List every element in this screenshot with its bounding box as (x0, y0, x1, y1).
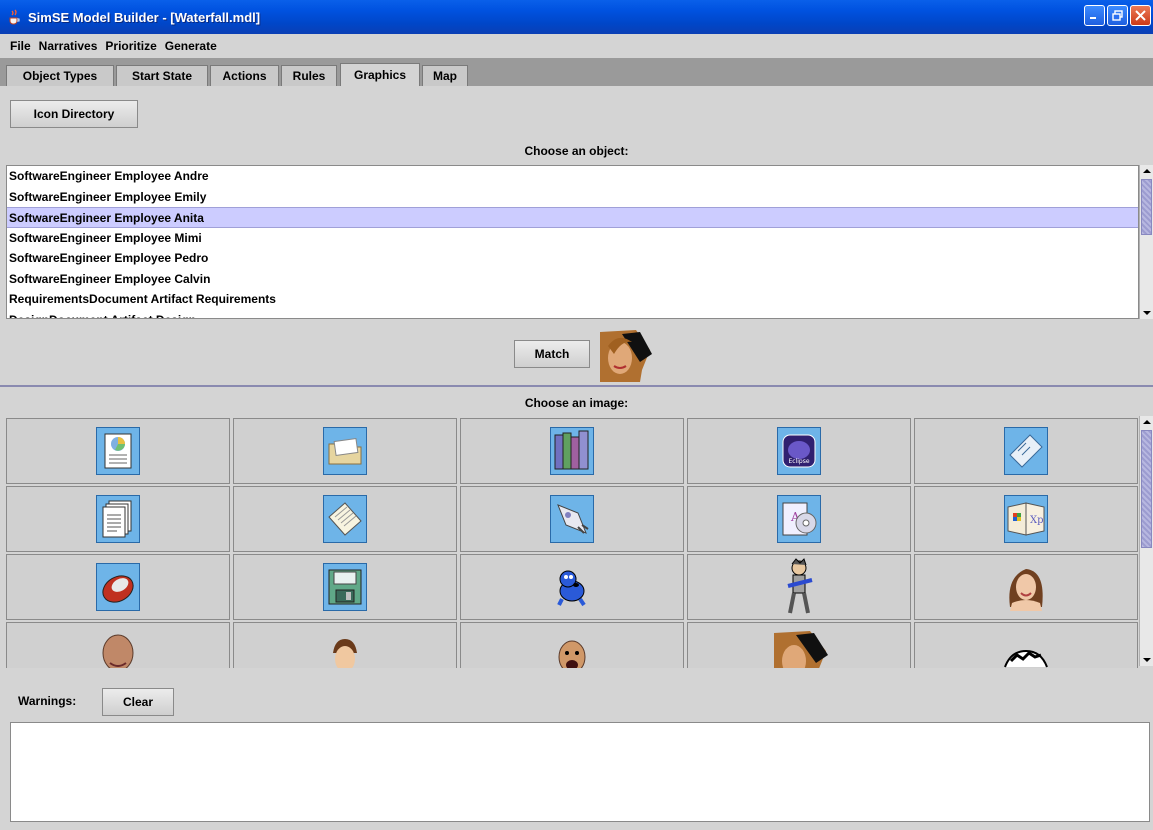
warnings-textarea[interactable] (10, 722, 1150, 822)
object-list[interactable]: SoftwareEngineer Employee Andre Software… (6, 165, 1139, 319)
blue-dog-icon (557, 570, 586, 607)
arrow-down-icon (1142, 311, 1151, 315)
image-cell[interactable] (6, 554, 230, 620)
minimize-button[interactable] (1084, 5, 1105, 26)
young-man-icon (333, 639, 357, 668)
image-grid-scrollbar[interactable] (1139, 416, 1153, 666)
bald-man-icon (102, 634, 134, 668)
notepad-icon (323, 495, 367, 543)
image-cell[interactable]: A (687, 486, 911, 552)
scroll-down-arrow[interactable] (1140, 654, 1153, 666)
scroll-up-arrow[interactable] (1140, 165, 1153, 177)
list-item[interactable]: DesignDocument Artifact Design (7, 310, 1138, 319)
match-button[interactable]: Match (514, 340, 590, 368)
books-icon (550, 427, 594, 475)
image-cell[interactable] (914, 418, 1138, 484)
guitarist-icon (787, 558, 813, 614)
choose-object-label: Choose an object: (524, 144, 629, 158)
image-cell[interactable] (687, 622, 911, 668)
menu-bar: File Narratives Prioritize Generate (0, 34, 1153, 58)
arrow-up-icon (1142, 169, 1151, 173)
documents-icon (96, 495, 140, 543)
arrow-down-icon (1142, 658, 1151, 662)
tab-map[interactable]: Map (422, 65, 468, 86)
image-cell[interactable] (687, 554, 911, 620)
windows-xp-icon: Xp (1004, 495, 1048, 543)
folder-icon (323, 427, 367, 475)
image-cell[interactable]: Eclipse (687, 418, 911, 484)
ruler-icon (1004, 427, 1048, 475)
choose-image-label: Choose an image: (524, 396, 629, 410)
floppy-disk-icon (323, 563, 367, 611)
java-cup-icon (9, 9, 20, 25)
list-item[interactable]: SoftwareEngineer Employee Mimi (7, 228, 1138, 249)
scrollbar-thumb[interactable] (1141, 179, 1152, 235)
image-cell[interactable] (233, 486, 457, 552)
image-cell[interactable] (460, 622, 684, 668)
smiling-woman-icon (1009, 569, 1043, 611)
image-cell[interactable] (233, 554, 457, 620)
image-cell[interactable]: Xp (914, 486, 1138, 552)
list-item[interactable]: RequirementsDocument Artifact Requiremen… (7, 289, 1138, 310)
warnings-label: Warnings: (18, 694, 77, 708)
image-cell[interactable] (6, 486, 230, 552)
scroll-down-arrow[interactable] (1140, 307, 1153, 319)
menu-prioritize[interactable]: Prioritize (105, 39, 156, 53)
image-cell[interactable] (460, 554, 684, 620)
menu-narratives[interactable]: Narratives (39, 39, 98, 53)
window-title: SimSE Model Builder - [Waterfall.mdl] (28, 9, 261, 25)
tab-object-types[interactable]: Object Types (6, 65, 114, 86)
arrow-up-icon (1142, 420, 1151, 424)
svg-text:Xp: Xp (1030, 515, 1044, 526)
image-cell[interactable] (914, 622, 1138, 668)
image-grid: Eclipse A Xp (6, 416, 1139, 668)
image-cell[interactable] (6, 418, 230, 484)
list-item[interactable]: SoftwareEngineer Employee Pedro (7, 248, 1138, 269)
tab-graphics[interactable]: Graphics (340, 63, 420, 86)
menu-file[interactable]: File (10, 39, 31, 53)
mouse-icon (96, 563, 140, 611)
list-item[interactable]: SoftwareEngineer Employee Calvin (7, 269, 1138, 290)
woman-portrait-icon (774, 631, 828, 668)
matched-image-preview (596, 326, 652, 382)
eclipse-icon: Eclipse (777, 427, 821, 475)
screaming-man-icon (558, 640, 586, 668)
restore-icon (1112, 10, 1123, 21)
restore-button[interactable] (1107, 5, 1128, 26)
image-cell[interactable] (914, 554, 1138, 620)
close-button[interactable] (1130, 5, 1151, 26)
image-cell[interactable] (233, 418, 457, 484)
object-list-scrollbar[interactable] (1139, 165, 1153, 319)
section-divider (0, 385, 1153, 387)
image-cell[interactable] (6, 622, 230, 668)
image-cell[interactable] (460, 418, 684, 484)
clear-button[interactable]: Clear (102, 688, 174, 716)
list-item[interactable]: SoftwareEngineer Employee Andre (7, 166, 1138, 187)
menu-generate[interactable]: Generate (165, 39, 217, 53)
rocket-icon (550, 495, 594, 543)
tab-start-state[interactable]: Start State (116, 65, 208, 86)
minimize-icon (1090, 17, 1096, 19)
tab-strip: Object Types Start State Actions Rules G… (0, 58, 1153, 86)
cartoon-face-icon (1004, 649, 1048, 668)
image-cell[interactable] (233, 622, 457, 668)
report-pie-chart-icon (96, 427, 140, 475)
list-item-selected[interactable]: SoftwareEngineer Employee Anita (7, 207, 1138, 228)
cd-case-icon: A (777, 495, 821, 543)
icon-directory-button[interactable]: Icon Directory (10, 100, 138, 128)
tab-rules[interactable]: Rules (281, 65, 337, 86)
image-cell[interactable] (460, 486, 684, 552)
tab-actions[interactable]: Actions (210, 65, 279, 86)
scroll-up-arrow[interactable] (1140, 416, 1153, 428)
list-item[interactable]: SoftwareEngineer Employee Emily (7, 187, 1138, 208)
svg-text:Eclipse: Eclipse (788, 458, 809, 465)
scrollbar-thumb[interactable] (1141, 430, 1152, 548)
title-bar[interactable]: SimSE Model Builder - [Waterfall.mdl] (0, 0, 1153, 34)
close-icon (1135, 10, 1146, 21)
